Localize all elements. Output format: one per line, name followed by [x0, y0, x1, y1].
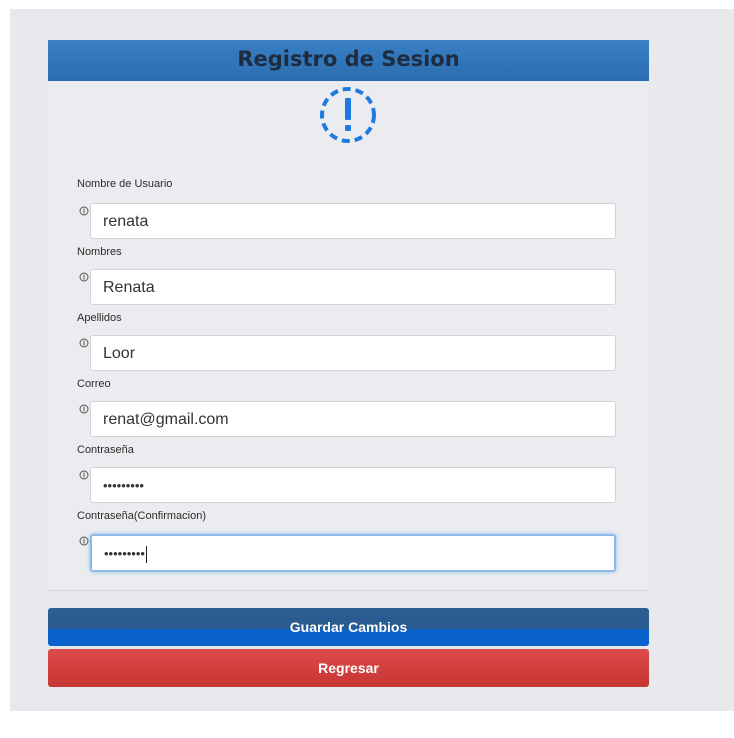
info-icon	[79, 470, 89, 480]
username-input[interactable]: renata	[90, 203, 616, 239]
password-input[interactable]: •••••••••	[90, 467, 616, 503]
password-label: Contraseña	[77, 444, 134, 456]
page-title: Registro de Sesion	[237, 47, 460, 71]
last-names-label: Apellidos	[77, 312, 122, 324]
exclamation-circle-icon	[320, 87, 376, 143]
info-icon	[79, 536, 89, 546]
info-icon	[79, 272, 89, 282]
password-confirm-label: Contraseña(Confirmacion)	[77, 510, 206, 522]
back-button[interactable]: Regresar	[48, 649, 649, 687]
save-changes-button[interactable]: Guardar Cambios	[48, 608, 649, 646]
email-label: Correo	[77, 378, 111, 390]
password-confirm-value: •••••••••	[104, 546, 145, 561]
password-confirm-input[interactable]: •••••••••	[90, 534, 616, 572]
info-icon	[79, 404, 89, 414]
username-label: Nombre de Usuario	[77, 178, 173, 190]
first-names-input[interactable]: Renata	[90, 269, 616, 305]
registration-panel: Registro de Sesion Nombre de Usuario ren…	[48, 40, 649, 591]
first-names-label: Nombres	[77, 246, 122, 258]
info-icon	[79, 338, 89, 348]
email-input[interactable]: renat@gmail.com	[90, 401, 616, 437]
panel-header: Registro de Sesion	[48, 40, 649, 81]
last-names-input[interactable]: Loor	[90, 335, 616, 371]
text-caret	[145, 546, 147, 564]
info-icon	[79, 206, 89, 216]
